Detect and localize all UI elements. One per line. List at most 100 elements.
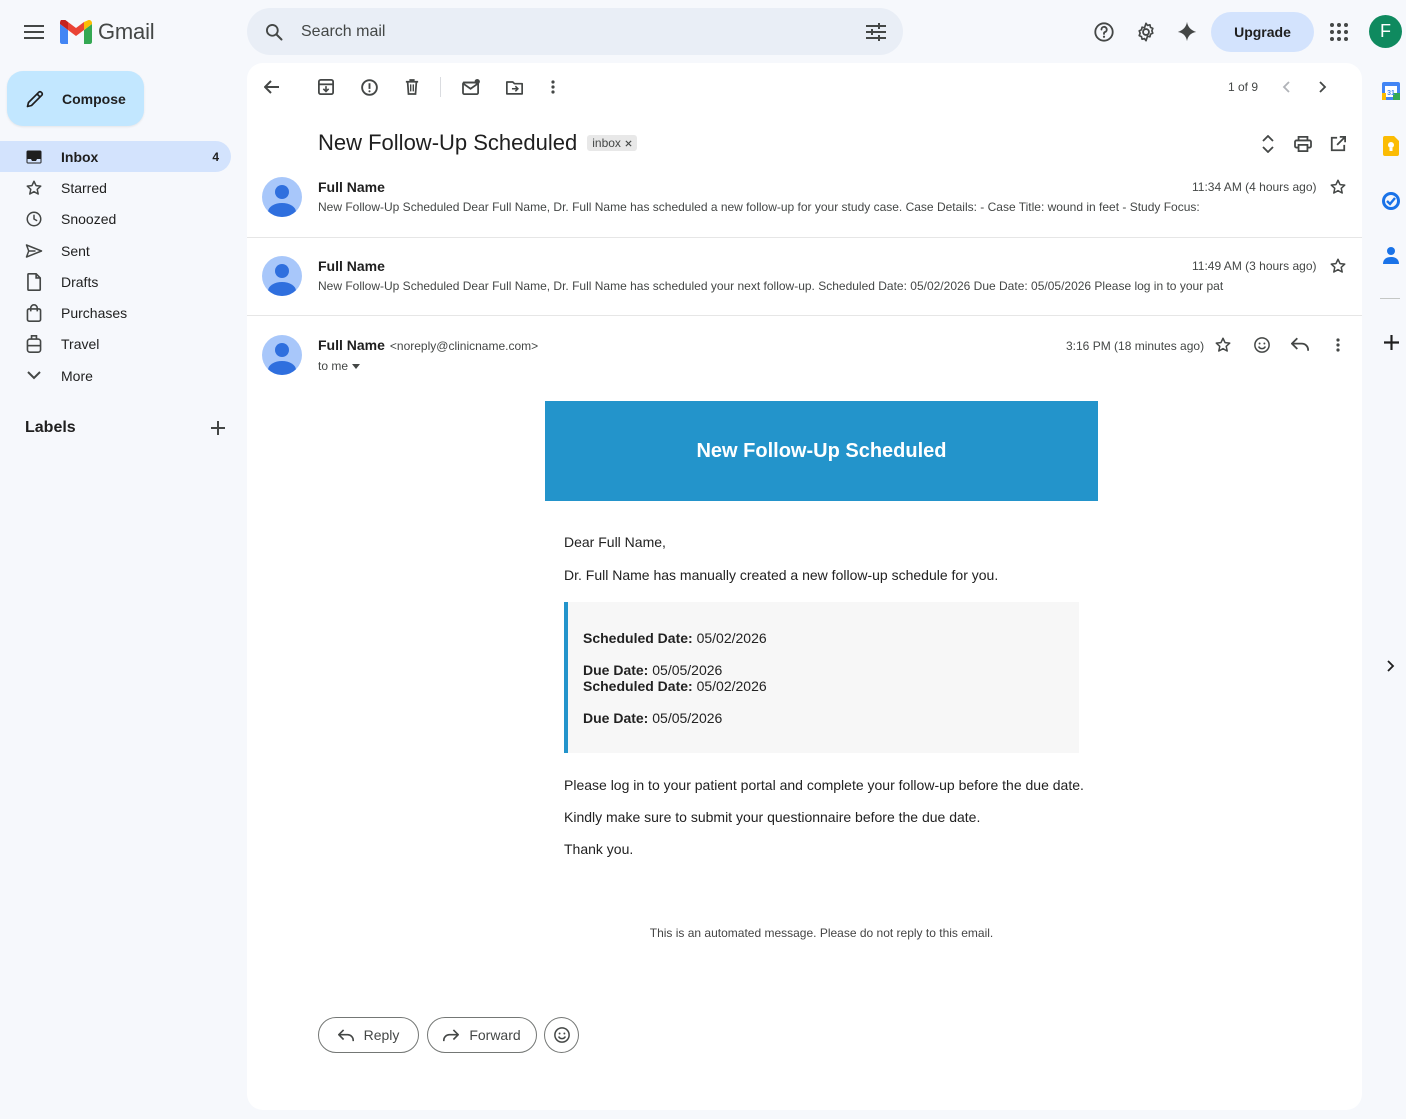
chevron-left-icon	[1282, 81, 1290, 93]
open-in-new-icon	[1330, 136, 1346, 152]
report-icon	[360, 78, 378, 96]
main-menu-button[interactable]	[14, 12, 54, 52]
plus-icon	[211, 421, 225, 435]
sender-email[interactable]: <noreply@clinicname.com>	[390, 339, 538, 353]
forward-button[interactable]: Forward	[427, 1017, 537, 1053]
newer-button[interactable]	[1271, 72, 1301, 102]
show-side-panel-button[interactable]	[1378, 653, 1404, 679]
star-button[interactable]	[1329, 257, 1347, 275]
expand-all-button[interactable]	[1253, 129, 1283, 159]
avatar[interactable]	[262, 335, 302, 375]
arrow-left-icon	[264, 80, 279, 94]
get-addons-button[interactable]	[1378, 329, 1404, 355]
create-label-button[interactable]	[211, 421, 225, 435]
due-date-value: 05/05/2026	[652, 662, 723, 678]
search-button[interactable]	[247, 22, 301, 42]
scheduled-date-label: Scheduled Date:	[583, 630, 693, 646]
sidebar-item-drafts[interactable]: Drafts	[0, 266, 231, 297]
contacts-app-button[interactable]	[1378, 242, 1404, 268]
gmail-m-icon	[60, 20, 92, 44]
sidebar-item-more[interactable]: More	[0, 360, 231, 391]
google-apps-button[interactable]	[1319, 12, 1359, 52]
recipient-label: to me	[318, 359, 349, 373]
support-button[interactable]	[1084, 12, 1124, 52]
star-button[interactable]	[1214, 336, 1232, 354]
label-chip[interactable]: inbox	[587, 135, 637, 151]
sidebar-item-label: Inbox	[61, 148, 99, 165]
sidebar-item-inbox[interactable]: Inbox 4	[0, 141, 231, 173]
emoji-icon	[1254, 337, 1270, 353]
archive-icon	[318, 79, 334, 95]
sidebar-item-snoozed[interactable]: Snoozed	[0, 204, 231, 235]
person-icon	[268, 343, 296, 375]
due-date-value: 05/05/2026	[652, 710, 723, 726]
keep-icon	[1383, 136, 1399, 156]
gmail-logo[interactable]: Gmail	[60, 16, 155, 48]
gemini-button[interactable]	[1167, 12, 1207, 52]
star-icon	[1330, 258, 1346, 273]
account-avatar[interactable]: F	[1369, 15, 1402, 48]
sidebar-item-label: Purchases	[61, 305, 128, 322]
compose-button[interactable]: Compose	[7, 71, 144, 126]
reply-button[interactable]: Reply	[318, 1017, 419, 1053]
archive-button[interactable]	[311, 72, 341, 102]
upgrade-button[interactable]: Upgrade	[1211, 12, 1314, 52]
keep-app-button[interactable]	[1378, 133, 1404, 159]
message-more-button[interactable]	[1336, 338, 1340, 352]
message-sender[interactable]: Full Name	[318, 179, 385, 195]
labels-section: Labels	[25, 416, 225, 440]
email-intro: Dr. Full Name has manually created a new…	[564, 567, 999, 583]
sidebar-item-label: Travel	[61, 336, 100, 353]
mark-unread-button[interactable]	[456, 72, 486, 102]
sidebar-item-purchases[interactable]: Purchases	[0, 297, 231, 328]
sidebar-item-starred[interactable]: Starred	[0, 172, 231, 203]
report-spam-button[interactable]	[354, 72, 384, 102]
avatar[interactable]	[262, 256, 302, 296]
message-divider	[247, 237, 1362, 238]
reply-icon	[337, 1028, 354, 1041]
emoji-reaction-button[interactable]	[544, 1017, 579, 1053]
settings-button[interactable]	[1126, 12, 1166, 52]
reply-icon-button[interactable]	[1291, 337, 1309, 352]
automated-notice: This is an automated message. Please do …	[649, 926, 994, 940]
help-icon	[1094, 22, 1114, 42]
print-icon	[1294, 136, 1312, 152]
detail-row: Due Date: 05/05/2026	[583, 710, 1079, 726]
search-input[interactable]	[301, 22, 849, 41]
caret-down-icon	[352, 363, 361, 369]
older-button[interactable]	[1308, 72, 1338, 102]
star-icon	[1215, 337, 1231, 352]
avatar[interactable]	[262, 177, 302, 217]
sidebar-item-sent[interactable]: Sent	[0, 235, 231, 266]
message-snippet[interactable]: New Follow-Up Scheduled Dear Full Name, …	[318, 200, 1248, 214]
search-icon	[266, 23, 283, 40]
back-button[interactable]	[257, 72, 287, 102]
scheduled-date-label: Scheduled Date:	[583, 678, 693, 694]
calendar-app-button[interactable]: 31	[1378, 78, 1404, 104]
gmail-logo-text: Gmail	[98, 19, 155, 44]
open-new-window-button[interactable]	[1323, 129, 1353, 159]
search-bar[interactable]	[247, 8, 903, 55]
plus-icon	[1383, 334, 1399, 350]
send-icon	[25, 243, 43, 258]
banner-title: New Follow-Up Scheduled	[696, 439, 947, 462]
email-greeting: Dear Full Name,	[564, 534, 666, 550]
add-reaction-button[interactable]	[1253, 336, 1271, 354]
sidebar-item-travel[interactable]: Travel	[0, 329, 231, 360]
trash-icon	[405, 79, 419, 95]
message-sender[interactable]: Full Name	[318, 337, 385, 353]
recipient-details-toggle[interactable]: to me	[318, 359, 361, 373]
move-to-button[interactable]	[499, 72, 529, 102]
sidebar-item-label: Starred	[61, 179, 107, 196]
forward-label: Forward	[469, 1027, 521, 1043]
message-sender[interactable]: Full Name	[318, 258, 385, 274]
close-icon[interactable]	[625, 139, 632, 147]
more-actions-button[interactable]	[538, 72, 568, 102]
delete-button[interactable]	[397, 72, 427, 102]
star-button[interactable]	[1329, 178, 1347, 196]
search-options-button[interactable]	[849, 22, 903, 41]
tasks-app-button[interactable]	[1378, 188, 1404, 214]
print-button[interactable]	[1288, 129, 1318, 159]
page-title: New Follow-Up Scheduled	[318, 130, 578, 155]
message-snippet[interactable]: New Follow-Up Scheduled Dear Full Name, …	[318, 279, 1258, 293]
